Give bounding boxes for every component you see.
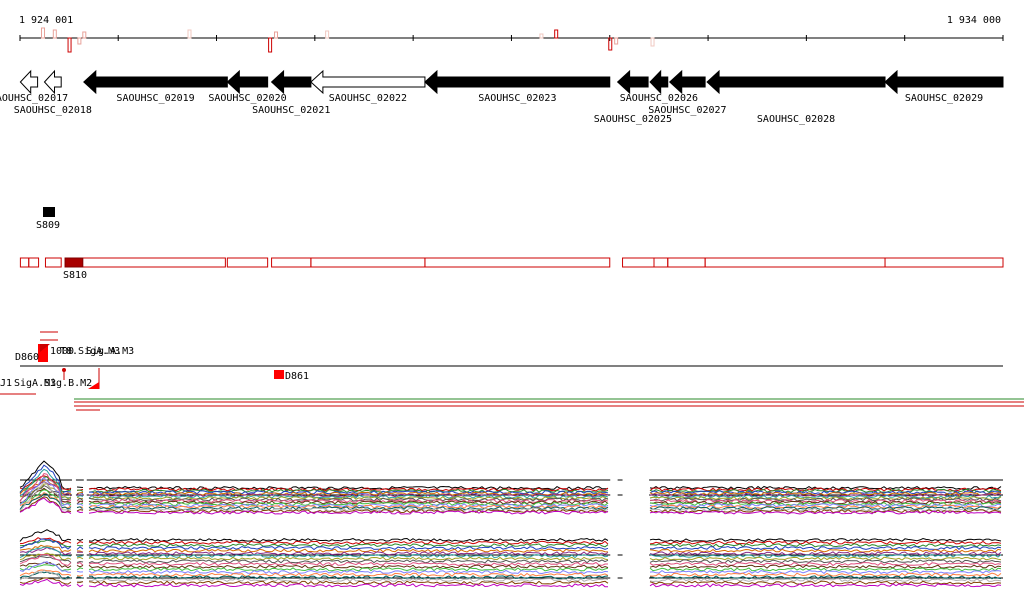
gene-arrow[interactable] bbox=[424, 69, 611, 95]
ruler-signal-mark bbox=[77, 37, 82, 45]
gene-arrow[interactable] bbox=[19, 69, 39, 95]
ruler-end-label: 1 934 000 bbox=[947, 15, 1001, 26]
gene-arrow[interactable] bbox=[706, 69, 886, 95]
panel-gap bbox=[83, 525, 87, 588]
gene-track: SAOUHSC_02017SAOUHSC_02018 SAOUHSC_02019 S… bbox=[0, 69, 1004, 125]
gene-label: SAOUHSC_02020 bbox=[208, 93, 286, 104]
ruler-start-label: 1 924 001 bbox=[19, 15, 73, 26]
segment-box[interactable] bbox=[667, 257, 706, 268]
d860-label: D860 bbox=[15, 352, 39, 363]
gene-label: SAOUHSC_02022 bbox=[329, 93, 407, 104]
regulator-track: D860 1000 T8.SigA.M3 Sig.A.M3 D861 J1 Si… bbox=[0, 331, 1024, 411]
panel-gap bbox=[610, 450, 618, 505]
coordinate-ruler: 1 924 001 1 934 000 bbox=[19, 15, 1004, 53]
segment-box[interactable] bbox=[226, 257, 269, 268]
expression-panel-top bbox=[19, 450, 1003, 515]
gene-arrow[interactable] bbox=[226, 69, 269, 95]
feature-track: S809 S810 bbox=[19, 207, 1004, 281]
ruler-signal-mark bbox=[539, 33, 544, 39]
s810-box[interactable] bbox=[64, 257, 84, 268]
genome-browser: 1 924 001 1 934 000 SAOUHSC_02017SAOUHSC… bbox=[0, 0, 1024, 611]
ruler-signal-mark bbox=[650, 37, 655, 47]
panel-gap bbox=[622, 525, 650, 588]
ruler-signal-mark bbox=[67, 37, 72, 53]
segment-box[interactable] bbox=[653, 257, 669, 268]
regulator-label-d: J1 bbox=[0, 378, 12, 389]
gene-arrow[interactable] bbox=[43, 69, 62, 95]
gene-arrow[interactable] bbox=[310, 69, 426, 95]
gene-label: SAOUHSC_02023 bbox=[478, 93, 556, 104]
ruler-signal-mark bbox=[82, 31, 87, 39]
gene-arrow[interactable] bbox=[83, 69, 228, 95]
regulator-label-c: Sig.A.M3 bbox=[86, 346, 134, 357]
gene-arrow[interactable] bbox=[668, 69, 706, 95]
ruler-signal-mark bbox=[325, 30, 330, 39]
ruler-signal-mark bbox=[187, 29, 192, 39]
s810-label: S810 bbox=[63, 270, 87, 281]
expression-series-line bbox=[19, 529, 1002, 543]
segment-box[interactable] bbox=[310, 257, 426, 268]
gene-label: SAOUHSC_02029 bbox=[905, 93, 983, 104]
expression-series-line bbox=[19, 460, 1002, 491]
ruler-signal-mark bbox=[52, 29, 57, 39]
segment-box[interactable] bbox=[271, 257, 312, 268]
gene-label: SAOUHSC_02028 bbox=[757, 114, 835, 125]
segment-box[interactable] bbox=[704, 257, 886, 268]
segment-box[interactable] bbox=[19, 257, 30, 268]
segment-box[interactable] bbox=[884, 257, 1004, 268]
gene-arrow[interactable] bbox=[616, 69, 649, 95]
segment-box[interactable] bbox=[622, 257, 655, 268]
ruler-signal-mark bbox=[554, 29, 559, 39]
ruler-signal-mark bbox=[274, 31, 279, 39]
s809-box[interactable] bbox=[43, 207, 55, 217]
regulator-label-f: Sig.B.M2 bbox=[44, 378, 92, 389]
panel-gap bbox=[83, 450, 87, 505]
d861-box[interactable] bbox=[274, 370, 284, 379]
gene-label: SAOUHSC_02026 bbox=[620, 93, 698, 104]
s809-label: S809 bbox=[36, 220, 60, 231]
ruler-signal-mark bbox=[41, 27, 46, 39]
gene-label: SAOUHSC_02018 bbox=[14, 105, 92, 116]
gene-arrow[interactable] bbox=[270, 69, 312, 95]
segment-box[interactable] bbox=[44, 257, 62, 268]
ruler-signal-mark bbox=[614, 37, 619, 45]
gene-arrow[interactable] bbox=[884, 69, 1004, 95]
panel-gap bbox=[610, 525, 618, 588]
panel-gap bbox=[622, 450, 650, 505]
segment-box[interactable] bbox=[424, 257, 611, 268]
genome-canvas: 1 924 001 1 934 000 SAOUHSC_02017SAOUHSC… bbox=[0, 15, 1024, 588]
gene-label: SAOUHSC_02021 bbox=[252, 105, 330, 116]
d861-label: D861 bbox=[285, 371, 309, 382]
gene-arrow[interactable] bbox=[649, 69, 669, 95]
ruler-signal-marks bbox=[41, 27, 655, 53]
panel-gap bbox=[72, 450, 76, 505]
expression-panel-bottom bbox=[19, 525, 1003, 588]
segment-box[interactable] bbox=[64, 257, 226, 268]
segment-track bbox=[19, 257, 1004, 268]
ruler-signal-mark bbox=[268, 37, 273, 53]
expression-series-line bbox=[19, 475, 1002, 492]
gene-label: SAOUHSC_02017 bbox=[0, 93, 68, 104]
gene-label: SAOUHSC_02027 bbox=[648, 105, 726, 116]
panel-gap bbox=[72, 525, 76, 588]
gene-label: SAOUHSC_02019 bbox=[116, 93, 194, 104]
segment-box[interactable] bbox=[28, 257, 40, 268]
